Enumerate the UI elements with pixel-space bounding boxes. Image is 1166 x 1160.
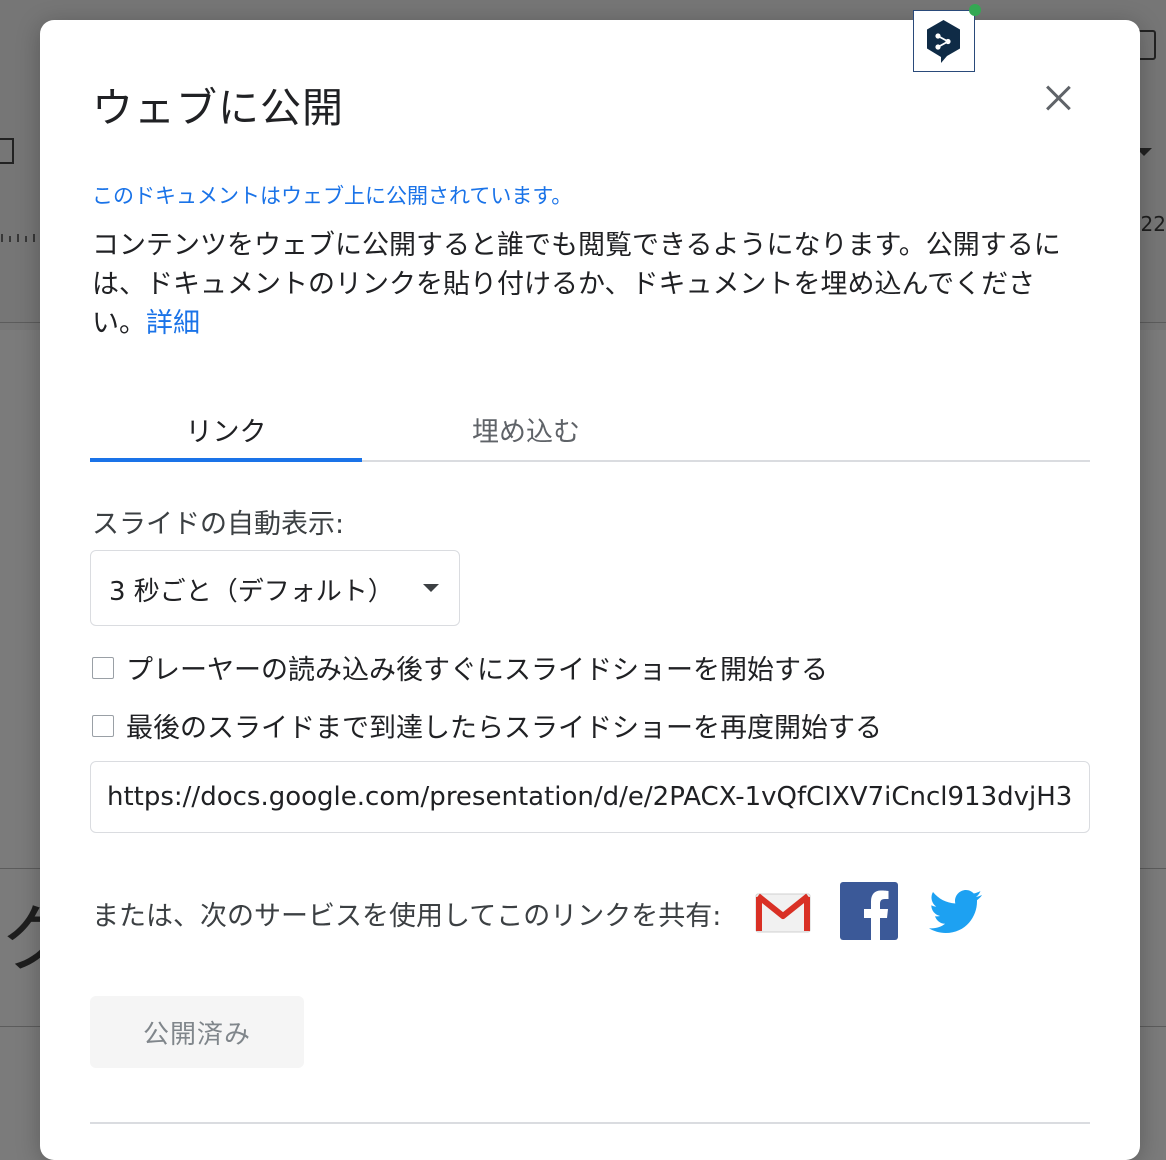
dialog-description: コンテンツをウェブに公開すると誰でも閲覧できるようになります。公開するには、ドキ…	[92, 226, 1082, 343]
status-dot	[969, 4, 981, 16]
active-tab-indicator	[90, 458, 362, 462]
published-url-field[interactable]	[90, 761, 1090, 833]
publish-to-web-dialog: ウェブに公開 このドキュメントはウェブ上に公開されています。 コンテンツをウェブ…	[40, 4, 1140, 1160]
published-notice: このドキュメントはウェブ上に公開されています。	[92, 184, 573, 208]
published-button-label: 公開済み	[142, 1019, 251, 1050]
start-on-load-checkbox[interactable]	[92, 656, 114, 679]
description-text: コンテンツをウェブに公開すると誰でも閲覧できるようになります。公開するには、ドキ…	[92, 230, 1061, 339]
publish-tabs: リンク 埋め込む	[90, 400, 1090, 462]
dropdown-arrow-icon	[423, 584, 439, 592]
details-link[interactable]: 詳細	[146, 308, 200, 339]
twitter-icon[interactable]	[926, 882, 986, 942]
published-button[interactable]: 公開済み	[90, 996, 304, 1068]
restart-option[interactable]: 最後のスライドまで到達したらスライドショーを再度開始する	[92, 706, 882, 745]
deepl-extension-button[interactable]	[913, 10, 975, 72]
share-label: または、次のサービスを使用してこのリンクを共有:	[92, 901, 722, 932]
restart-checkbox[interactable]	[92, 714, 114, 737]
ruler-number: 22	[1140, 212, 1166, 236]
close-icon[interactable]	[1042, 82, 1074, 114]
dialog-title: ウェブに公開	[92, 84, 344, 132]
auto-advance-select[interactable]: 3 秒ごと（デフォルト）	[90, 550, 460, 626]
facebook-icon[interactable]	[840, 882, 898, 940]
ruler-ticks	[1, 234, 35, 242]
start-on-load-option[interactable]: プレーヤーの読み込み後すぐにスライドショーを開始する	[92, 648, 828, 687]
start-on-load-label: プレーヤーの読み込み後すぐにスライドショーを開始する	[126, 655, 828, 686]
tab-embed[interactable]: 埋め込む	[390, 410, 662, 449]
auto-advance-label: スライドの自動表示:	[92, 509, 345, 540]
gmail-icon[interactable]	[753, 882, 813, 942]
auto-advance-value: 3 秒ごと（デフォルト）	[109, 577, 394, 607]
tab-link[interactable]: リンク	[90, 410, 362, 449]
deepl-icon	[927, 20, 960, 63]
published-url-input[interactable]	[91, 762, 1089, 832]
restart-label: 最後のスライドまで到達したらスライドショーを再度開始する	[126, 713, 882, 744]
dialog-divider	[90, 1122, 1090, 1124]
image-icon	[0, 138, 14, 164]
